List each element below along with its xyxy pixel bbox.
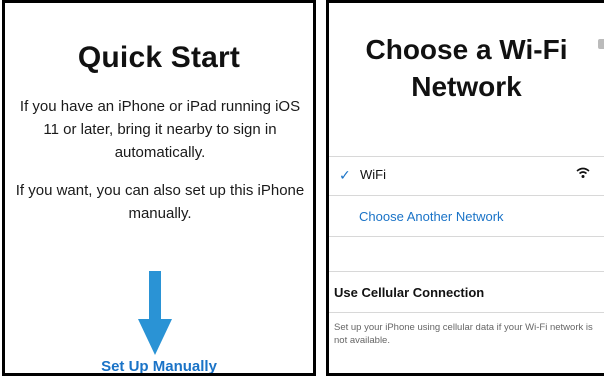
choose-another-network-link[interactable]: Choose Another Network (359, 209, 504, 224)
manual-setup-text: If you want, you can also set up this iP… (15, 182, 305, 222)
page-title: Choose a Wi-Fi Network (365, 34, 568, 102)
instruction-text: If you have an iPhone or iPad running iO… (19, 98, 301, 161)
network-name: WiFi (360, 167, 386, 182)
choose-another-network-row[interactable]: Choose Another Network (329, 195, 604, 237)
cellular-note: Set up your iPhone using cellular data i… (334, 322, 593, 346)
edge-control (598, 39, 604, 49)
down-arrow-icon (138, 271, 172, 355)
set-up-manually-link[interactable]: Set Up Manually (5, 358, 313, 373)
use-cellular-row[interactable]: Use Cellular Connection (329, 271, 604, 313)
choose-wifi-screen: Choose a Wi-Fi Network ✓ WiFi Choose Ano… (326, 0, 604, 376)
wifi-network-row[interactable]: ✓ WiFi (329, 156, 604, 195)
use-cellular-label: Use Cellular Connection (334, 285, 485, 300)
quick-start-screen: Quick Start If you have an iPhone or iPa… (2, 0, 316, 376)
checkmark-icon: ✓ (339, 167, 351, 183)
page-title: Quick Start (77, 41, 241, 74)
wifi-signal-icon (576, 167, 590, 178)
